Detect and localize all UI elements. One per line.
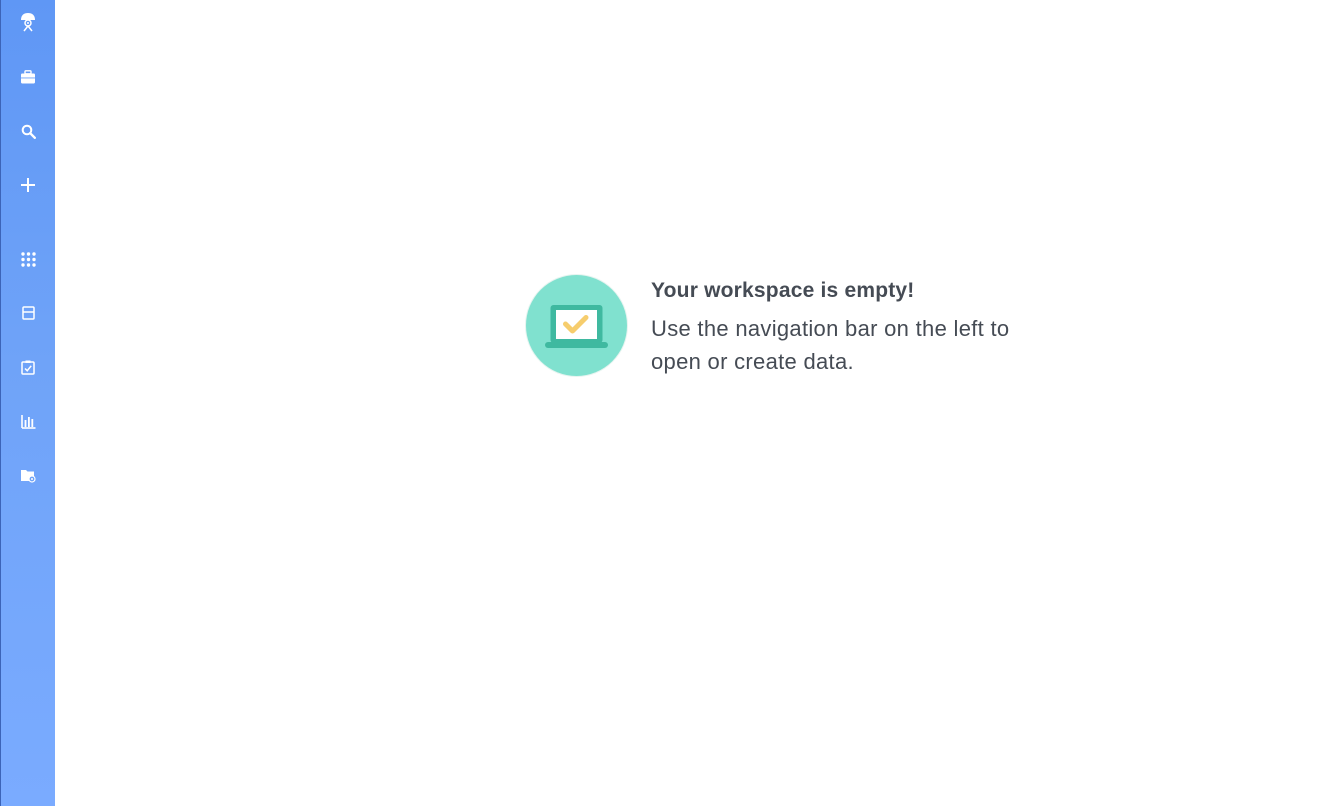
- grid-icon: [20, 251, 36, 267]
- app-window: Your workspace is empty! Use the navigat…: [0, 0, 1332, 806]
- folder-settings-icon: [21, 469, 36, 483]
- archive-box-icon: [21, 306, 35, 320]
- tasks-button[interactable]: [1, 347, 55, 387]
- navigation-sidebar: [0, 0, 55, 806]
- user-logo-icon: [21, 13, 35, 32]
- logo-button[interactable]: [1, 2, 55, 42]
- workspace-button[interactable]: [1, 57, 55, 97]
- reports-button[interactable]: [1, 401, 55, 441]
- apps-button[interactable]: [1, 239, 55, 279]
- empty-workspace-illustration: [526, 275, 627, 376]
- search-icon: [21, 124, 36, 139]
- empty-state-title: Your workspace is empty!: [651, 279, 915, 302]
- shared-folder-button[interactable]: [1, 455, 55, 495]
- workspace-area: [55, 0, 1332, 806]
- search-button[interactable]: [1, 111, 55, 151]
- archive-button[interactable]: [1, 293, 55, 333]
- plus-icon: [21, 178, 35, 192]
- laptop-check-icon: [545, 305, 608, 348]
- briefcase-icon: [21, 70, 35, 84]
- create-button[interactable]: [1, 165, 55, 205]
- empty-state-message: Use the navigation bar on the left to op…: [651, 316, 1010, 374]
- clipboard-check-icon: [21, 360, 35, 375]
- bar-chart-icon: [20, 414, 35, 429]
